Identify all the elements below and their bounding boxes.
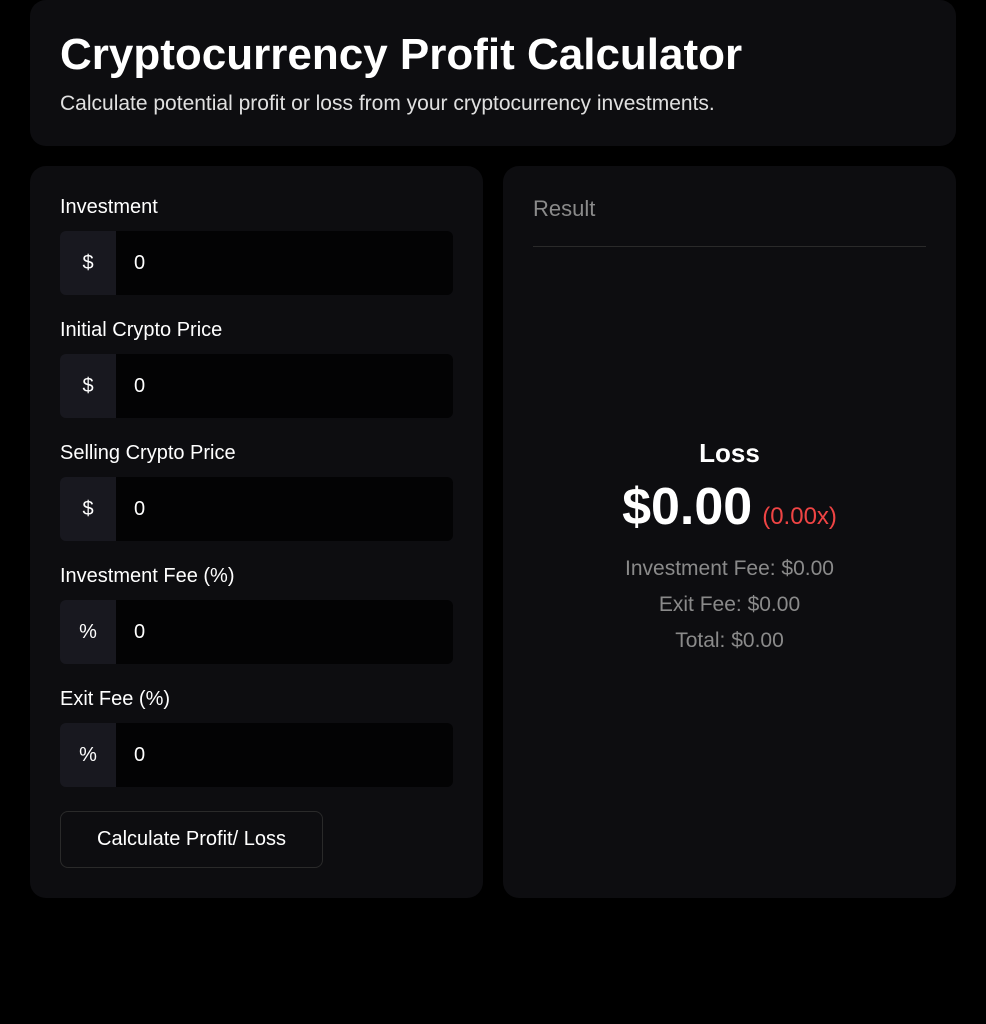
result-amount: $0.00 xyxy=(622,477,752,537)
exit-fee-input[interactable] xyxy=(116,723,453,787)
dollar-icon: $ xyxy=(60,477,116,541)
selling-price-input[interactable] xyxy=(116,477,453,541)
exit-fee-label: Exit Fee (%) xyxy=(60,688,453,711)
initial-price-group: Initial Crypto Price $ xyxy=(60,319,453,418)
selling-price-label: Selling Crypto Price xyxy=(60,442,453,465)
initial-price-label: Initial Crypto Price xyxy=(60,319,453,342)
dollar-icon: $ xyxy=(60,354,116,418)
investment-fee-input[interactable] xyxy=(116,600,453,664)
investment-fee-label: Investment Fee (%) xyxy=(60,565,453,588)
percent-icon: % xyxy=(60,723,116,787)
result-total-line: Total: $0.00 xyxy=(675,629,784,653)
initial-price-input[interactable] xyxy=(116,354,453,418)
dollar-icon: $ xyxy=(60,231,116,295)
initial-price-input-wrap: $ xyxy=(60,354,453,418)
investment-input-wrap: $ xyxy=(60,231,453,295)
investment-input[interactable] xyxy=(116,231,453,295)
result-amount-line: $0.00 (0.00x) xyxy=(622,477,837,537)
percent-icon: % xyxy=(60,600,116,664)
result-exit-fee-line: Exit Fee: $0.00 xyxy=(659,593,800,617)
page-subtitle: Calculate potential profit or loss from … xyxy=(60,92,926,116)
selling-price-input-wrap: $ xyxy=(60,477,453,541)
investment-group: Investment $ xyxy=(60,196,453,295)
selling-price-group: Selling Crypto Price $ xyxy=(60,442,453,541)
header-card: Cryptocurrency Profit Calculator Calcula… xyxy=(30,0,956,146)
result-multiplier: (0.00x) xyxy=(762,503,837,531)
result-card: Result Loss $0.00 (0.00x) Investment Fee… xyxy=(503,166,956,898)
result-heading: Result xyxy=(533,196,926,247)
investment-fee-input-wrap: % xyxy=(60,600,453,664)
investment-label: Investment xyxy=(60,196,453,219)
result-status-label: Loss xyxy=(699,438,760,469)
exit-fee-group: Exit Fee (%) % xyxy=(60,688,453,787)
main-grid: Investment $ Initial Crypto Price $ Sell… xyxy=(30,166,956,898)
result-body: Loss $0.00 (0.00x) Investment Fee: $0.00… xyxy=(533,271,926,831)
page-title: Cryptocurrency Profit Calculator xyxy=(60,30,926,80)
input-card: Investment $ Initial Crypto Price $ Sell… xyxy=(30,166,483,898)
calculate-button[interactable]: Calculate Profit/ Loss xyxy=(60,811,323,868)
result-investment-fee-line: Investment Fee: $0.00 xyxy=(625,557,834,581)
investment-fee-group: Investment Fee (%) % xyxy=(60,565,453,664)
exit-fee-input-wrap: % xyxy=(60,723,453,787)
